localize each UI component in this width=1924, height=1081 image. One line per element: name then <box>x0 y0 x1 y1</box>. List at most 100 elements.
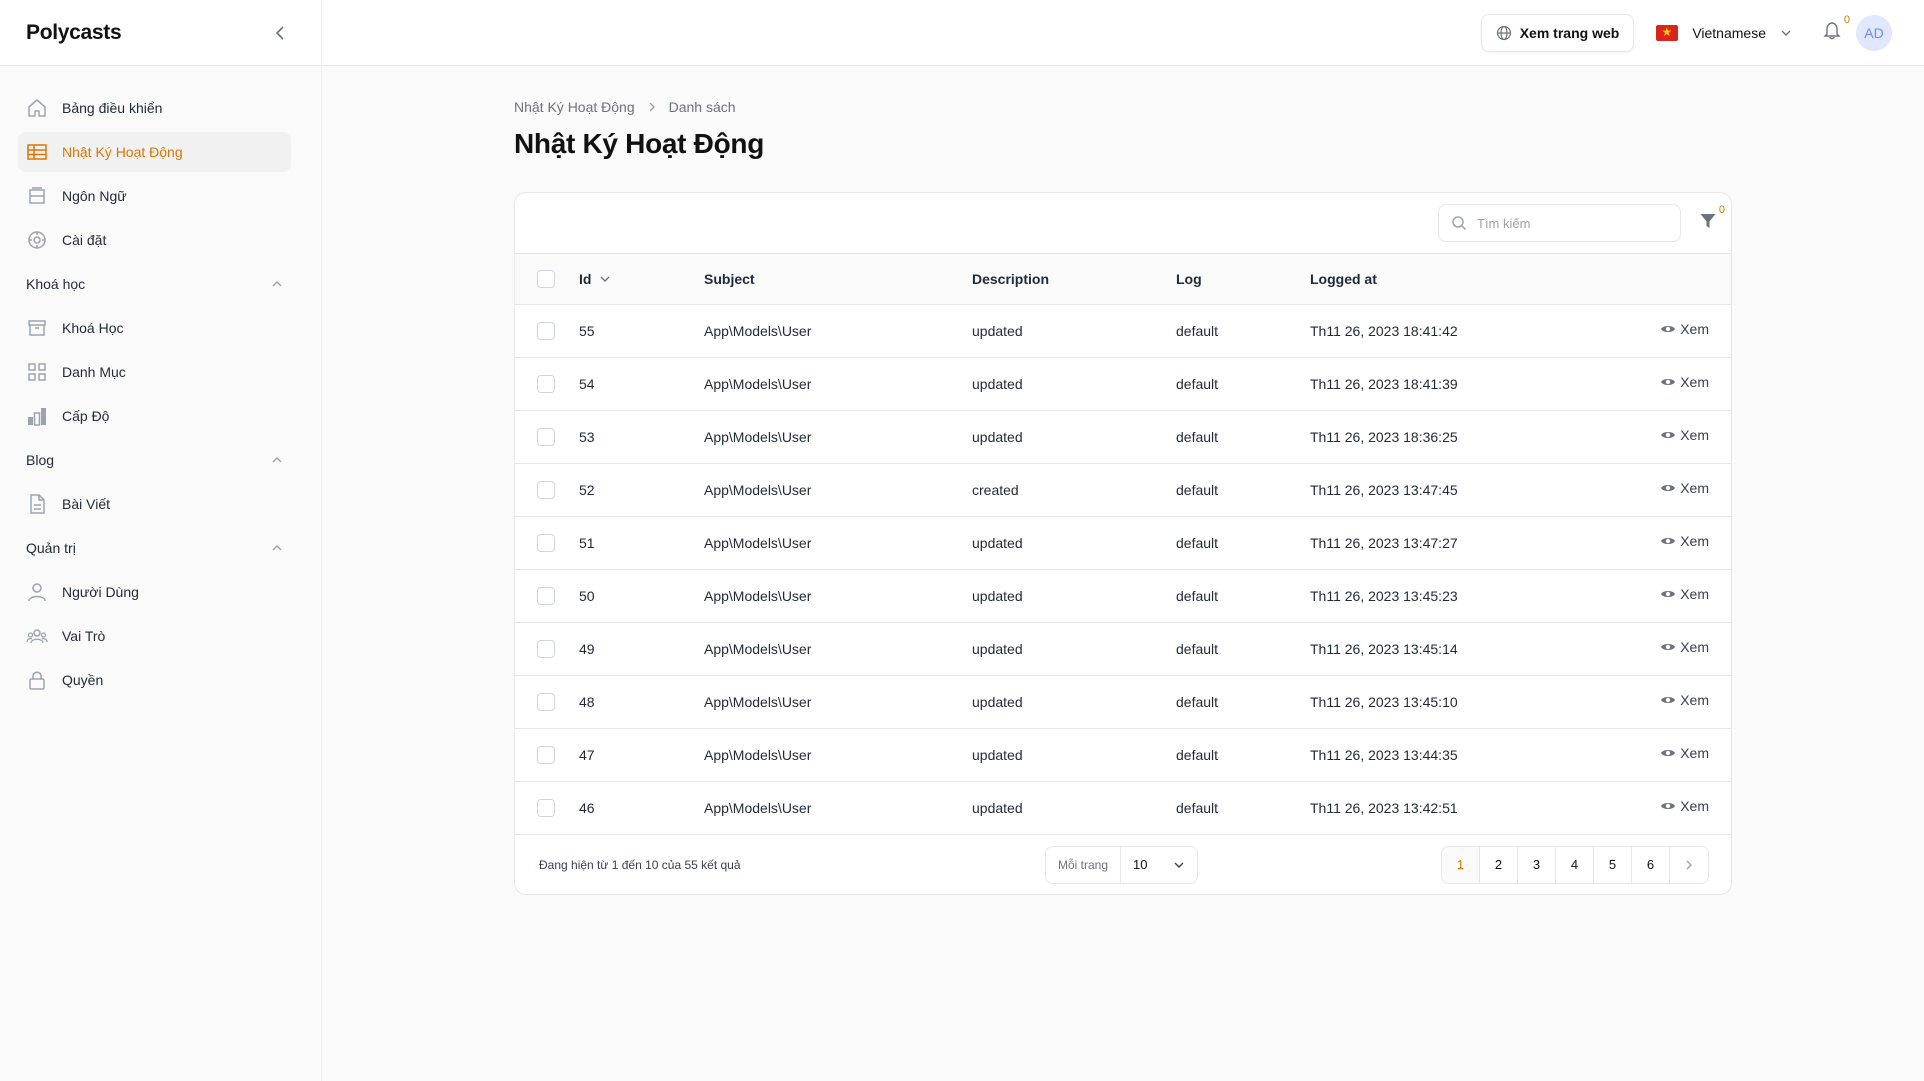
sidebar-item-languages[interactable]: Ngôn Ngữ <box>18 176 291 216</box>
cell-description: updated <box>972 534 1023 551</box>
row-checkbox[interactable] <box>537 639 555 658</box>
avatar[interactable]: AD <box>1856 14 1892 51</box>
per-page-dropdown[interactable]: 10 <box>1121 857 1197 872</box>
cell-actions: Xem <box>1660 304 1731 357</box>
sidebar-item-users[interactable]: Người Dùng <box>18 572 291 612</box>
view-site-label: Xem trang web <box>1519 24 1620 41</box>
view-button[interactable]: Xem <box>1660 321 1709 337</box>
sidebar-group-label: Khoá học <box>26 276 86 292</box>
sort-id-toggle[interactable]: Id <box>579 271 611 287</box>
row-checkbox[interactable] <box>537 586 555 605</box>
breadcrumb-parent[interactable]: Nhật Ký Hoạt Động <box>514 99 635 115</box>
chevron-down-icon <box>1781 30 1791 36</box>
language-label: Vietnamese <box>1692 24 1766 41</box>
row-select-cell <box>515 781 579 834</box>
table-icon <box>26 141 48 163</box>
cell-subject: App\Models\User <box>704 534 812 551</box>
table-row: 55 App\Models\User updated default Th11 26, … <box>515 304 1731 357</box>
view-label: Xem <box>1680 480 1709 496</box>
view-button[interactable]: Xem <box>1660 427 1709 443</box>
row-checkbox[interactable] <box>537 798 555 817</box>
cell-subject: App\Models\User <box>704 587 812 604</box>
search-box <box>1438 204 1681 242</box>
row-select-cell <box>515 675 579 728</box>
row-checkbox[interactable] <box>537 533 555 552</box>
table-row: 53 App\Models\User updated default Th11 26, … <box>515 410 1731 463</box>
breadcrumb-current: Danh sách <box>668 99 736 115</box>
next-page-button[interactable] <box>1670 846 1708 883</box>
row-checkbox[interactable] <box>537 374 555 393</box>
sidebar-item-settings[interactable]: Cài đặt <box>18 220 291 260</box>
column-header-subject: Subject <box>704 270 755 287</box>
cell-id: 49 <box>579 640 595 657</box>
archive-icon <box>26 317 48 339</box>
eye-icon <box>1661 750 1676 756</box>
cell-actions: Xem <box>1660 516 1731 569</box>
row-select-cell <box>515 304 579 357</box>
cell-subject: App\Models\User <box>704 375 812 392</box>
view-button[interactable]: Xem <box>1660 692 1709 708</box>
page-button[interactable]: 1 <box>1442 846 1480 883</box>
collapse-sidebar-button[interactable] <box>269 21 293 45</box>
row-select-cell <box>515 463 579 516</box>
cell-subject: App\Models\User <box>704 693 812 710</box>
sidebar-group-admin[interactable]: Quản trị <box>18 528 291 568</box>
cell-log: default <box>1176 428 1219 445</box>
view-label: Xem <box>1680 427 1709 443</box>
view-button[interactable]: Xem <box>1660 533 1709 549</box>
eye-icon <box>1661 432 1676 438</box>
table-row: 46 App\Models\User updated default Th11 26, … <box>515 781 1731 834</box>
page-button[interactable]: 3 <box>1518 846 1556 883</box>
sidebar-group-courses[interactable]: Khoá học <box>18 264 291 304</box>
page-button[interactable]: 6 <box>1632 846 1670 883</box>
cell-actions: Xem <box>1660 728 1731 781</box>
column-header-id[interactable]: Id <box>579 254 704 304</box>
cell-log: default <box>1176 746 1219 763</box>
page-button[interactable]: 5 <box>1594 846 1632 883</box>
search-input[interactable] <box>1477 215 1657 231</box>
page-button[interactable]: 2 <box>1480 846 1518 883</box>
sidebar-item-course[interactable]: Khoá Học <box>18 308 291 348</box>
select-all-checkbox[interactable] <box>537 269 555 288</box>
cell-logged-at: Th11 26, 2023 13:42:51 <box>1310 799 1458 816</box>
sidebar-group-blog[interactable]: Blog <box>18 440 291 480</box>
sidebar-item-permissions[interactable]: Quyền <box>18 660 291 700</box>
cell-subject: App\Models\User <box>704 640 812 657</box>
activity-log-table: Id Subject Description Log Logged at 55 A… <box>515 254 1731 835</box>
view-button[interactable]: Xem <box>1660 639 1709 655</box>
row-checkbox[interactable] <box>537 480 555 499</box>
row-checkbox[interactable] <box>537 692 555 711</box>
language-switcher[interactable]: Vietnamese <box>1656 24 1792 41</box>
sidebar-item-category[interactable]: Danh Mục <box>18 352 291 392</box>
cell-logged-at: Th11 26, 2023 13:45:14 <box>1310 640 1458 657</box>
page-button[interactable]: 4 <box>1556 846 1594 883</box>
table-body: 55 App\Models\User updated default Th11 26, … <box>515 304 1731 834</box>
cell-logged-at: Th11 26, 2023 18:41:42 <box>1310 322 1458 339</box>
column-header-description: Description <box>972 270 1050 287</box>
cell-log: default <box>1176 587 1219 604</box>
per-page-select: Mỗi trang 10 <box>1045 845 1199 884</box>
row-checkbox[interactable] <box>537 321 555 340</box>
eye-icon <box>1661 697 1676 703</box>
sidebar-item-level[interactable]: Cấp Độ <box>18 396 291 436</box>
view-site-button[interactable]: Xem trang web <box>1480 13 1635 52</box>
view-button[interactable]: Xem <box>1660 745 1709 761</box>
sidebar-item-posts[interactable]: Bài Viết <box>18 484 291 524</box>
sidebar-item-dashboard[interactable]: Bảng điều khiển <box>18 88 291 128</box>
sidebar-item-label: Cấp Độ <box>62 408 110 424</box>
brand-logo[interactable]: Polycasts <box>26 21 122 45</box>
table-row: 54 App\Models\User updated default Th11 26, … <box>515 357 1731 410</box>
sidebar-item-roles[interactable]: Vai Trò <box>18 616 291 656</box>
notifications-button[interactable]: 0 <box>1822 14 1850 45</box>
sidebar-item-activity-log[interactable]: Nhật Ký Hoạt Động <box>18 132 291 172</box>
view-button[interactable]: Xem <box>1660 374 1709 390</box>
per-page-label: Mỗi trang <box>1046 846 1122 883</box>
row-checkbox[interactable] <box>537 427 555 446</box>
filter-button[interactable]: 0 <box>1699 204 1725 235</box>
view-button[interactable]: Xem <box>1660 798 1709 814</box>
results-summary: Đang hiện từ 1 đến 10 của 55 kết quả <box>539 857 741 872</box>
view-button[interactable]: Xem <box>1660 480 1709 496</box>
cell-logged-at: Th11 26, 2023 18:41:39 <box>1310 375 1458 392</box>
view-button[interactable]: Xem <box>1660 586 1709 602</box>
row-checkbox[interactable] <box>537 745 555 764</box>
